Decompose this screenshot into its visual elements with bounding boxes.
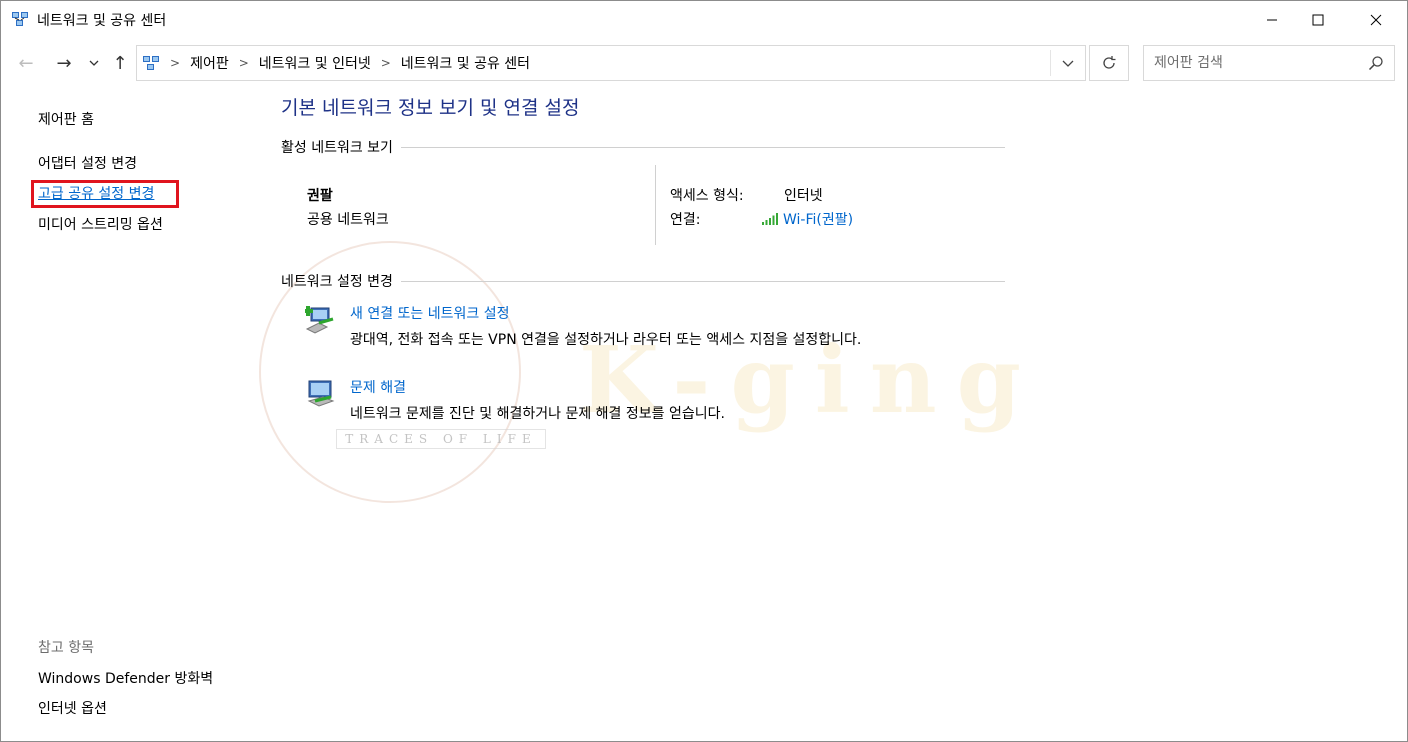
title-bar: 네트워크 및 공유 센터: [1, 1, 1407, 39]
section-divider: [400, 146, 1005, 148]
windows-defender-firewall-link[interactable]: Windows Defender 방화벽: [38, 668, 213, 688]
wifi-signal-icon: [762, 213, 778, 225]
page-title: 기본 네트워크 정보 보기 및 연결 설정: [281, 97, 580, 119]
new-connection-link[interactable]: 새 연결 또는 네트워크 설정: [350, 303, 509, 323]
address-bar[interactable]: > 제어판 > 네트워크 및 인터넷 > 네트워크 및 공유 센터: [136, 45, 1086, 81]
section-divider: [400, 280, 1005, 282]
see-also-header: 참고 항목: [38, 640, 94, 656]
network-icon: [12, 12, 28, 26]
maximize-button[interactable]: [1295, 1, 1341, 39]
troubleshoot-description: 네트워크 문제를 진단 및 해결하거나 문제 해결 정보를 얻습니다.: [350, 406, 725, 422]
search-input[interactable]: [1144, 46, 1354, 80]
internet-options-link[interactable]: 인터넷 옵션: [38, 698, 107, 718]
search-icon[interactable]: [1368, 55, 1384, 71]
troubleshoot-icon: [307, 380, 335, 407]
close-button[interactable]: [1353, 1, 1399, 39]
chevron-right-icon: >: [380, 56, 391, 70]
refresh-icon: [1103, 56, 1116, 69]
back-button[interactable]: ←: [13, 51, 39, 75]
network-icon: [143, 56, 159, 70]
forward-button[interactable]: →: [51, 51, 77, 75]
chevron-right-icon: >: [238, 56, 249, 70]
wifi-connection-label: Wi-Fi(권팔): [783, 212, 854, 228]
access-type-label: 액세스 형식:: [670, 188, 744, 204]
arrow-up-icon: ↑: [112, 52, 128, 74]
watermark-tagline: TRACES OF LIFE: [336, 429, 546, 449]
close-icon: [1370, 14, 1382, 26]
arrow-left-icon: ←: [18, 52, 34, 74]
new-connection-description: 광대역, 전화 접속 또는 VPN 연결을 설정하거나 라우터 또는 액세스 지…: [350, 332, 862, 348]
up-button[interactable]: ↑: [107, 51, 133, 75]
address-divider: [1050, 50, 1051, 76]
navigation-bar: ← → ↑ > 제어판 > 네트워크 및 인터넷 > 네트워크 및 공유 센터 …: [1, 43, 1407, 83]
troubleshoot-link[interactable]: 문제 해결: [350, 377, 406, 397]
chevron-right-icon: >: [170, 56, 181, 70]
search-box: [1143, 45, 1395, 81]
minimize-button[interactable]: [1249, 1, 1295, 39]
access-type-value: 인터넷: [784, 188, 823, 204]
connection-label: 연결:: [670, 212, 701, 228]
minimize-icon: [1267, 19, 1277, 21]
highlight-box: [31, 180, 179, 208]
breadcrumb-network-internet[interactable]: 네트워크 및 인터넷: [259, 53, 371, 73]
active-networks-header: 활성 네트워크 보기: [281, 137, 1005, 157]
change-network-settings-label: 네트워크 설정 변경: [281, 274, 393, 290]
network-type: 공용 네트워크: [307, 212, 389, 228]
change-adapter-settings-link[interactable]: 어댑터 설정 변경: [38, 153, 137, 173]
left-pane: 제어판 홈 어댑터 설정 변경 고급 공유 설정 변경 미디어 스트리밍 옵션 …: [1, 87, 261, 737]
window-title: 네트워크 및 공유 센터: [37, 13, 167, 29]
control-panel-home-link[interactable]: 제어판 홈: [38, 109, 94, 129]
chevron-down-icon: [1062, 60, 1074, 67]
maximize-icon: [1312, 14, 1324, 26]
arrow-right-icon: →: [56, 52, 72, 74]
active-networks-label: 활성 네트워크 보기: [281, 140, 393, 156]
breadcrumb-network-sharing-center[interactable]: 네트워크 및 공유 센터: [401, 53, 530, 73]
refresh-button[interactable]: [1089, 45, 1129, 81]
network-name: 권팔: [307, 188, 333, 204]
new-connection-icon: [305, 306, 334, 334]
chevron-down-icon: [89, 60, 99, 66]
change-network-settings-header: 네트워크 설정 변경: [281, 271, 1005, 291]
address-dropdown-button[interactable]: [1059, 54, 1077, 72]
breadcrumb-control-panel[interactable]: 제어판: [190, 53, 229, 73]
window: 네트워크 및 공유 센터 ← → ↑ > 제어판 > 네트워크 및 인터넷 > …: [0, 0, 1408, 742]
recent-locations-button[interactable]: [85, 51, 103, 75]
vertical-divider: [655, 165, 656, 245]
media-streaming-options-link[interactable]: 미디어 스트리밍 옵션: [38, 214, 163, 234]
wifi-connection-link[interactable]: Wi-Fi(권팔): [761, 209, 853, 229]
